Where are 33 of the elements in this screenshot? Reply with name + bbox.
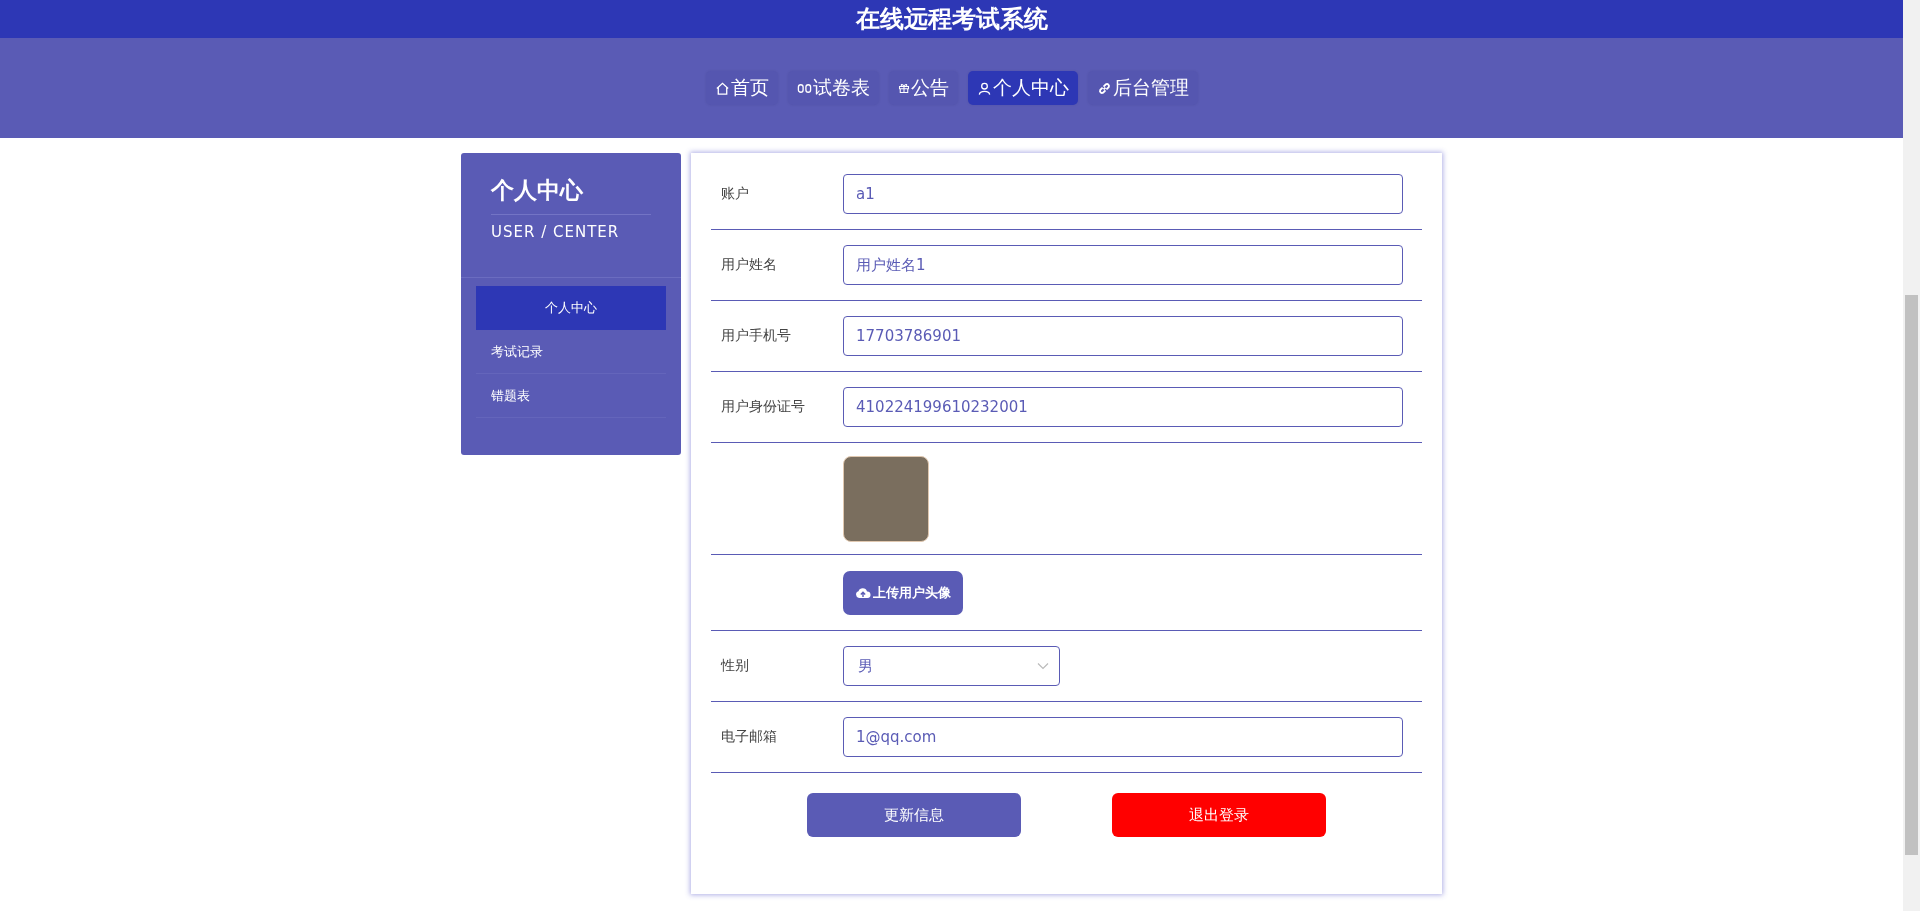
user-icon	[976, 80, 992, 96]
nav-tab[interactable]: 公告	[888, 71, 958, 105]
sidebar-item[interactable]: 错题表	[476, 374, 666, 418]
input-field[interactable]: 17703786901	[843, 316, 1403, 356]
nav-tab[interactable]: 后台管理	[1087, 71, 1198, 105]
chevron-down-icon	[1037, 662, 1049, 670]
input-field[interactable]: 410224199610232001	[843, 387, 1403, 427]
home-icon	[714, 80, 730, 96]
gift-icon	[897, 82, 910, 94]
nav-tab[interactable]: 试卷表	[787, 71, 879, 105]
sidebar-subtitle: USER / CENTER	[491, 223, 621, 241]
sidebar-item[interactable]: 考试记录	[476, 330, 666, 374]
upload-avatar-button[interactable]: 上传用户头像	[843, 570, 963, 615]
scrollbar[interactable]	[1903, 0, 1920, 911]
field-label: 电子邮箱	[720, 728, 778, 746]
input-field[interactable]: 用户姓名1	[843, 245, 1403, 285]
logout-button[interactable]: 退出登录	[1112, 793, 1327, 837]
nav-tab[interactable]: 首页	[705, 71, 778, 105]
nav-tab[interactable]: 个人中心	[967, 71, 1078, 105]
sidebar-item[interactable]: 个人中心	[476, 286, 666, 330]
update-button[interactable]: 更新信息	[806, 793, 1021, 837]
cloud-upload-icon	[855, 586, 871, 599]
site-title: 在线远程考试系统	[855, 4, 1048, 35]
gender-select[interactable]: 男	[843, 646, 1060, 686]
field-label: 账户	[720, 185, 750, 203]
sidebar-title: 个人中心	[491, 175, 651, 215]
input-field[interactable]: 1@qq.com	[843, 717, 1403, 757]
field-label: 用户手机号	[720, 327, 792, 345]
field-label: 用户姓名	[720, 256, 778, 274]
link-icon	[1096, 80, 1112, 96]
input-field[interactable]: a1	[843, 174, 1403, 214]
field-label: 性别	[719, 657, 750, 675]
field-label: 用户身份证号	[720, 398, 806, 416]
